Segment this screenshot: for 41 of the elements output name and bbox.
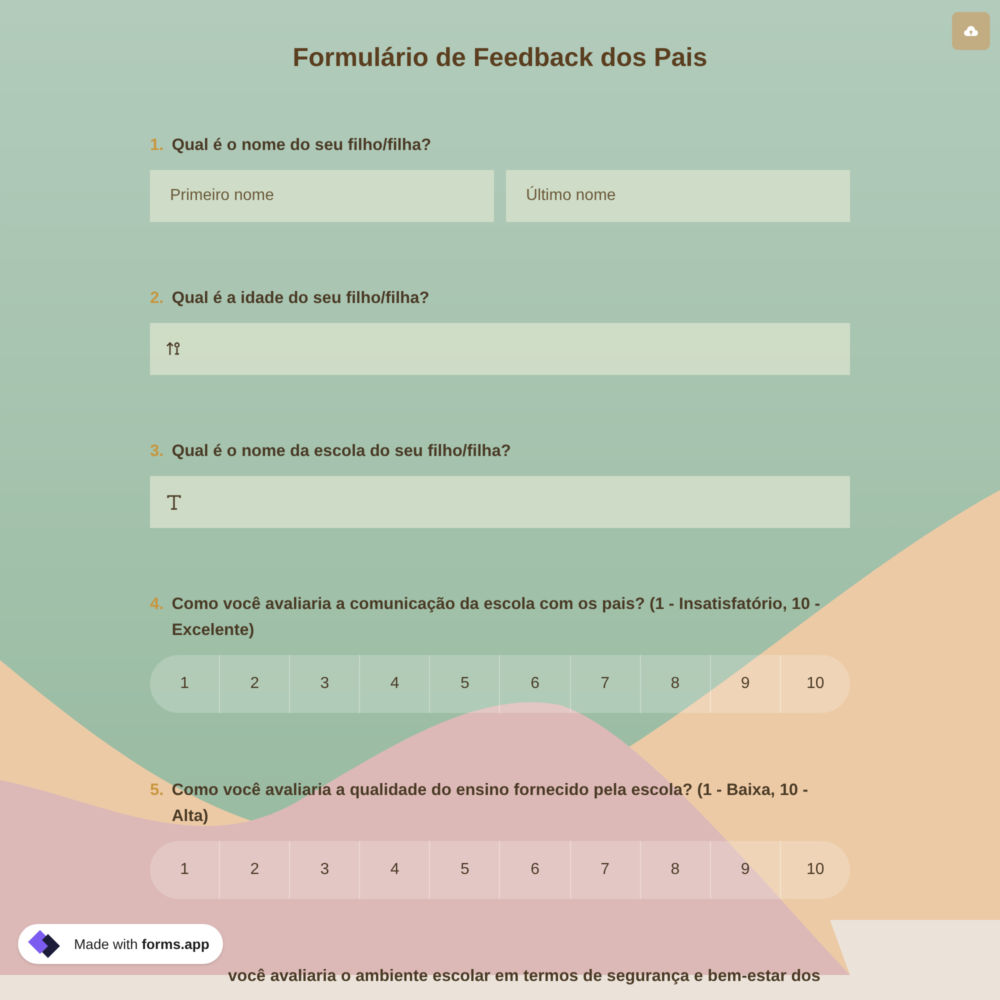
question-number: 3. (150, 441, 164, 462)
form-title: Formulário de Feedback dos Pais (292, 41, 708, 74)
question-number: 1. (150, 135, 164, 156)
badge-text: Made with forms.app (74, 934, 210, 954)
question-text: você avaliaria o ambiente escolar em termos de segurança e bem-estar dos (228, 966, 820, 987)
question-number: 4. (150, 594, 164, 615)
rating-option[interactable]: 9 (710, 841, 781, 899)
rating-option[interactable]: 1 (150, 655, 220, 713)
answer-field[interactable] (150, 323, 850, 375)
rating-option[interactable]: 9 (710, 655, 781, 713)
rating-option[interactable]: 8 (640, 655, 711, 713)
rating-option[interactable]: 7 (570, 841, 641, 899)
rating-option[interactable]: 6 (500, 655, 571, 713)
question-text: Qual é a idade do seu filho/filha? (172, 288, 430, 309)
answer-field[interactable] (150, 476, 850, 528)
upload-button[interactable] (952, 12, 990, 50)
name-field[interactable]: Primeiro nome (150, 170, 494, 222)
rating-option[interactable]: 10 (780, 841, 850, 899)
question-text: Qual é o nome da escola do seu filho/filha? (172, 441, 511, 462)
rating-option[interactable]: 7 (570, 655, 641, 713)
rating-option[interactable]: 5 (430, 655, 500, 713)
cloud-upload-icon (963, 25, 979, 37)
rating-option[interactable]: 4 (360, 655, 430, 713)
number-sort-icon (166, 342, 182, 356)
question-text: Como você avaliaria a comunicação da escola com os pais? (1 - Insatisfatório, 10 - Excelente) (172, 594, 822, 641)
rating-option[interactable]: 2 (220, 841, 290, 899)
rating-option[interactable]: 10 (780, 655, 850, 713)
question-number: 2. (150, 288, 164, 309)
name-field[interactable]: Último nome (506, 170, 850, 222)
question-text: Qual é o nome do seu filho/filha? (172, 135, 432, 156)
rating-option[interactable]: 5 (430, 841, 500, 899)
rating-option[interactable]: 6 (500, 841, 571, 899)
made-with-badge[interactable]: Made with forms.app (18, 924, 224, 964)
question-number: 5. (150, 780, 164, 801)
rating-option[interactable]: 3 (290, 655, 360, 713)
rating-option[interactable]: 3 (290, 841, 360, 899)
rating-option[interactable]: 8 (640, 841, 711, 899)
rating-option[interactable]: 2 (220, 655, 290, 713)
rating-option[interactable]: 4 (360, 841, 430, 899)
rating-option[interactable]: 1 (150, 841, 220, 899)
text-icon (166, 494, 182, 510)
